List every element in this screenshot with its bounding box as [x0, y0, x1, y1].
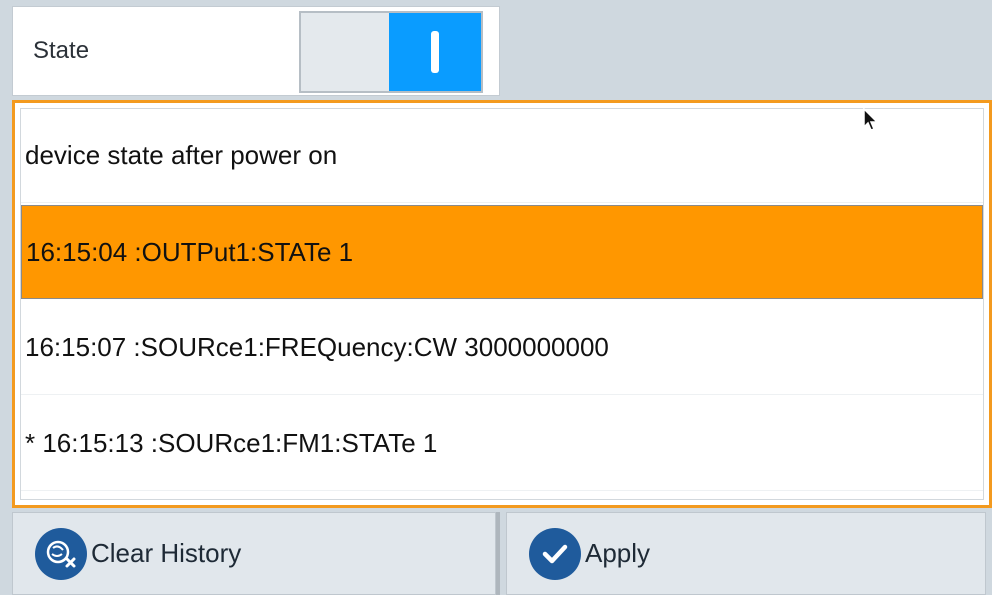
top-row: State	[0, 0, 992, 100]
history-item-label: * 16:15:13 :SOURce1:FM1:STATe 1	[25, 428, 438, 458]
history-item-power-on[interactable]: device state after power on	[21, 109, 983, 203]
apply-button[interactable]: Apply	[506, 512, 986, 595]
clear-history-icon	[35, 527, 87, 580]
history-item-label: 16:15:04 :OUTPut1:STATe 1	[26, 236, 354, 267]
toggle-on-icon	[431, 31, 439, 73]
history-item-label: device state after power on	[25, 140, 338, 170]
clear-history-label: Clear History	[91, 538, 242, 568]
history-item-fm-state[interactable]: * 16:15:13 :SOURce1:FM1:STATe 1	[21, 397, 983, 491]
history-list[interactable]: device state after power on 16:15:04 :OU…	[20, 108, 984, 500]
history-item-label: 16:15:07 :SOURce1:FREQuency:CW 300000000…	[25, 332, 609, 362]
bottom-button-bar: Clear History Apply	[0, 508, 992, 595]
button-divider	[496, 512, 500, 595]
checkmark-icon	[529, 527, 581, 580]
mouse-cursor-icon	[863, 108, 879, 131]
apply-label: Apply	[585, 538, 651, 568]
history-item-frequency[interactable]: 16:15:07 :SOURce1:FREQuency:CW 300000000…	[21, 301, 983, 395]
history-frame: device state after power on 16:15:04 :OU…	[12, 100, 992, 508]
toggle-on-indicator	[389, 13, 481, 91]
clear-history-button[interactable]: Clear History	[12, 512, 496, 595]
state-toggle[interactable]	[299, 11, 483, 93]
history-item-output-state[interactable]: 16:15:04 :OUTPut1:STATe 1	[21, 205, 983, 299]
state-label: State	[33, 37, 90, 64]
state-panel: State	[12, 6, 500, 96]
